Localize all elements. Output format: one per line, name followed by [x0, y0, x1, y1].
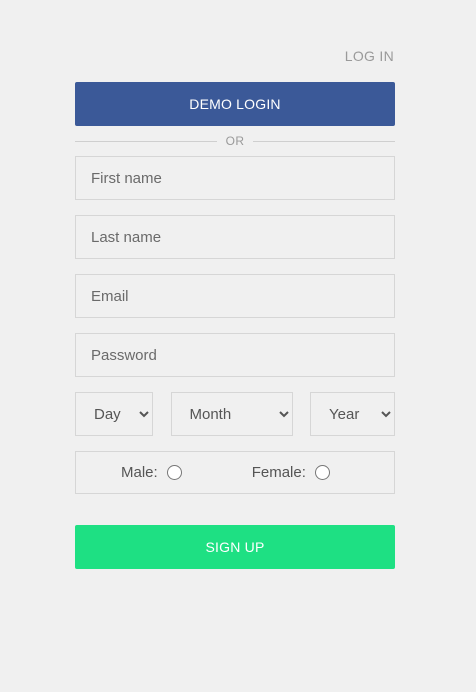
divider-text: OR	[225, 134, 245, 148]
female-label: Female:	[251, 464, 306, 481]
male-label: Male:	[121, 464, 158, 481]
first-name-input[interactable]	[75, 156, 395, 200]
male-radio[interactable]	[166, 465, 182, 480]
email-input[interactable]	[75, 274, 395, 318]
year-select[interactable]: Year	[310, 392, 395, 436]
signup-form: DEMO LOGIN OR Day Month Year Male: Femal…	[75, 82, 395, 569]
last-name-input[interactable]	[75, 215, 395, 259]
signup-page: LOG IN DEMO LOGIN OR Day Month Year Male…	[0, 0, 476, 692]
divider-line-left	[75, 140, 217, 142]
month-select[interactable]: Month	[170, 392, 293, 436]
day-select[interactable]: Day	[75, 392, 153, 436]
or-divider: OR	[75, 126, 395, 156]
gender-group: Male: Female:	[75, 451, 395, 494]
date-of-birth-row: Day Month Year	[75, 392, 395, 436]
login-link[interactable]: LOG IN	[345, 48, 394, 64]
divider-line-right	[253, 140, 395, 142]
demo-login-button[interactable]: DEMO LOGIN	[75, 82, 395, 126]
female-radio[interactable]	[314, 465, 330, 480]
password-input[interactable]	[75, 333, 395, 377]
sign-up-button[interactable]: SIGN UP	[75, 525, 395, 569]
